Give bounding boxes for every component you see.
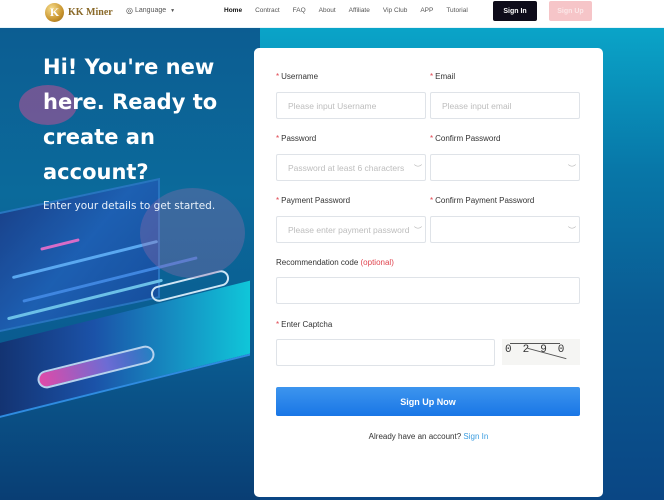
nav-faq[interactable]: FAQ [293, 7, 306, 14]
logo-icon: K [45, 3, 64, 22]
payment-password-label: * Payment Password [276, 196, 351, 205]
top-nav: K KK Miner ◎ Language ▼ Home Contract FA… [0, 0, 664, 28]
optional-tag: (optional) [360, 258, 394, 267]
nav-affiliate[interactable]: Affiliate [349, 7, 370, 14]
eye-closed-icon[interactable]: ︶ [568, 163, 576, 174]
hero-title: Hi! You're new here. Ready to create an … [43, 55, 218, 184]
sign-in-link[interactable]: Sign In [463, 432, 488, 441]
email-input[interactable]: Please input email [430, 92, 580, 119]
nav-vip-club[interactable]: Vip Club [383, 7, 407, 14]
confirm-payment-password-label: * Confirm Payment Password [430, 196, 535, 205]
password-label: * Password [276, 134, 317, 143]
sign-in-button[interactable]: Sign In [493, 1, 537, 21]
sign-up-button[interactable]: Sign Up [549, 1, 592, 21]
password-input[interactable]: Password at least 6 characters ︶ [276, 154, 426, 181]
nav-menu: Home Contract FAQ About Affiliate Vip Cl… [224, 7, 481, 14]
confirm-password-input[interactable]: ︶ [430, 154, 580, 181]
email-label: * Email [430, 72, 456, 81]
language-label: Language [134, 7, 167, 14]
confirm-password-label: * Confirm Password [430, 134, 501, 143]
eye-closed-icon[interactable]: ︶ [414, 225, 422, 236]
signup-form: * Username Please input Username * Email P… [254, 48, 603, 497]
signin-prompt: Already have an account? Sign In [368, 432, 489, 441]
captcha-input[interactable] [276, 339, 495, 366]
caret-down-icon: ▼ [170, 7, 176, 14]
nav-home[interactable]: Home [224, 7, 242, 14]
payment-password-input[interactable]: Please enter payment password ︶ [276, 216, 426, 243]
nav-contract[interactable]: Contract [255, 7, 280, 14]
recommendation-code-input[interactable] [276, 277, 580, 304]
captcha-text: 0290 [505, 344, 576, 356]
language-selector[interactable]: ◎ Language ▼ [126, 6, 175, 15]
globe-icon: ◎ [126, 6, 133, 15]
username-input[interactable]: Please input Username [276, 92, 426, 119]
username-label: * Username [276, 72, 319, 81]
recommendation-code-label: Recommendation code (optional) [276, 258, 394, 267]
logo[interactable]: K KK Miner [45, 3, 113, 22]
captcha-label: * Enter Captcha [276, 320, 333, 329]
eye-closed-icon[interactable]: ︶ [414, 163, 422, 174]
nav-tutorial[interactable]: Tutorial [446, 7, 467, 14]
nav-about[interactable]: About [319, 7, 336, 14]
eye-closed-icon[interactable]: ︶ [568, 225, 576, 236]
hero-subtitle: Enter your details to get started. [43, 200, 216, 212]
brand-name: KK Miner [68, 7, 113, 18]
nav-app[interactable]: APP [420, 7, 433, 14]
captcha-image[interactable]: 0290 [502, 339, 580, 365]
sign-up-now-button[interactable]: Sign Up Now [276, 387, 580, 416]
confirm-payment-password-input[interactable]: ︶ [430, 216, 580, 243]
